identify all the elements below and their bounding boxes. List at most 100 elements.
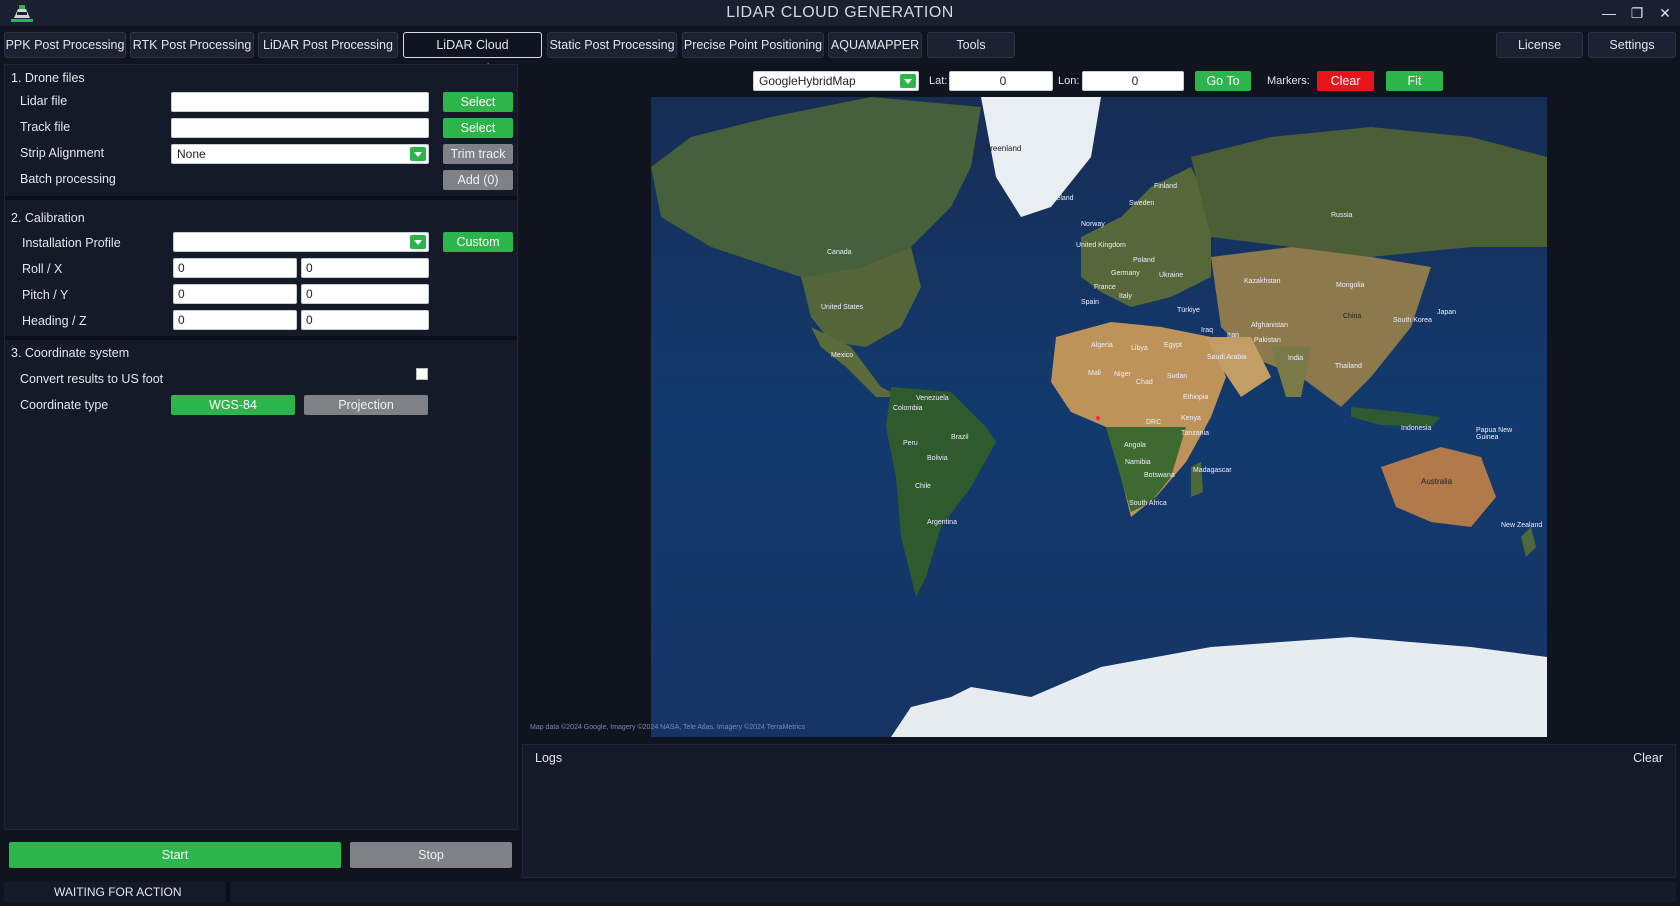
heading-input-a[interactable]: 0: [173, 310, 297, 330]
map-label: Algeria: [1091, 342, 1113, 349]
heading-label: Heading / Z: [22, 314, 87, 328]
map-label: Japan: [1437, 309, 1457, 316]
logs-title: Logs: [535, 751, 563, 765]
map-label: Egypt: [1164, 342, 1182, 349]
map-label: United Kingdom: [1076, 242, 1126, 249]
tab-rtk-post-processing[interactable]: RTK Post Processing: [130, 32, 254, 58]
lon-input[interactable]: 0: [1082, 71, 1184, 91]
map-label: Mongolia: [1336, 282, 1365, 289]
map-label: Argentina: [927, 519, 957, 526]
installation-profile-label: Installation Profile: [22, 236, 121, 250]
map-label: Namibia: [1125, 459, 1151, 466]
map-label: United States: [821, 304, 864, 311]
map-label: South Africa: [1129, 500, 1167, 507]
track-file-label: Track file: [20, 120, 71, 134]
map-label: Peru: [903, 440, 918, 447]
us-foot-checkbox[interactable]: [416, 368, 428, 380]
start-button[interactable]: Start: [9, 842, 341, 868]
wgs84-button[interactable]: WGS-84: [171, 395, 295, 415]
lidar-file-select-button[interactable]: Select: [443, 92, 513, 112]
coordinate-system-heading: 3. Coordinate system: [11, 346, 130, 360]
map-label: Iceland: [1051, 195, 1074, 202]
map-label: Mali: [1088, 370, 1101, 377]
map-label: Colombia: [893, 405, 923, 412]
map-label: Greenland: [984, 144, 1022, 153]
map-label: Libya: [1131, 345, 1148, 352]
roll-input-a[interactable]: 0: [173, 258, 297, 278]
map-label: Ukraine: [1159, 272, 1184, 279]
map-label: Sudan: [1167, 373, 1188, 380]
settings-button[interactable]: Settings: [1588, 32, 1676, 58]
map-label: Iran: [1227, 332, 1240, 339]
map-label: Australia: [1421, 477, 1453, 486]
map-label: Mexico: [831, 352, 854, 359]
map-label: Papua New Guinea: [1476, 427, 1513, 441]
map-provider-select[interactable]: GoogleHybridMap: [753, 71, 919, 91]
map-label: Bolivia: [927, 455, 948, 462]
strip-alignment-select[interactable]: None: [171, 144, 429, 164]
track-file-input[interactable]: [171, 118, 429, 138]
pitch-input-a[interactable]: 0: [173, 284, 297, 304]
tab-lidar-cloud-generation[interactable]: LiDAR Cloud Generation: [403, 32, 542, 76]
chevron-down-icon[interactable]: [900, 74, 916, 88]
license-button[interactable]: License: [1496, 32, 1583, 58]
map-label: Venezuela: [916, 395, 949, 402]
batch-processing-label: Batch processing: [20, 172, 116, 186]
lat-label: Lat:: [929, 75, 948, 87]
map-label: Poland: [1133, 257, 1155, 264]
map-label: Kenya: [1181, 415, 1201, 422]
drone-files-heading: 1. Drone files: [11, 71, 85, 85]
projection-button[interactable]: Projection: [304, 395, 428, 415]
tab-ppk-post-processing[interactable]: PPK Post Processing: [4, 32, 126, 58]
map-label: Indonesia: [1401, 425, 1432, 432]
section-divider: [5, 336, 517, 340]
map-label: DRC: [1146, 419, 1162, 426]
chevron-down-icon[interactable]: [410, 147, 426, 161]
map-label: Chad: [1136, 379, 1153, 386]
section-divider: [5, 196, 517, 200]
lat-input[interactable]: 0: [949, 71, 1053, 91]
close-icon[interactable]: ✕: [1656, 4, 1674, 22]
logs-clear-button[interactable]: Clear: [1633, 751, 1663, 765]
map-label: Pakistan: [1254, 337, 1281, 344]
map-label: Thailand: [1335, 363, 1362, 370]
map-label: Norway: [1081, 221, 1105, 228]
tab-bar: PPK Post Processing RTK Post Processing …: [0, 30, 1680, 76]
settings-panel: 1. Drone files Lidar file Select Track f…: [4, 64, 518, 830]
pitch-label: Pitch / Y: [22, 288, 69, 302]
minimize-icon[interactable]: —: [1600, 4, 1618, 22]
stop-button[interactable]: Stop: [350, 842, 512, 868]
map-label: Madagascar: [1193, 467, 1232, 474]
roll-input-b[interactable]: 0: [301, 258, 429, 278]
lidar-file-input[interactable]: [171, 92, 429, 112]
fit-button[interactable]: Fit: [1386, 71, 1443, 91]
coordinate-type-label: Coordinate type: [20, 398, 109, 412]
batch-add-button[interactable]: Add (0): [443, 170, 513, 190]
strip-alignment-label: Strip Alignment: [20, 146, 105, 160]
tab-precise-point-positioning[interactable]: Precise Point Positioning: [682, 32, 824, 58]
custom-profile-button[interactable]: Custom: [443, 232, 513, 252]
map-attribution: Map data ©2024 Google, Imagery ©2024 NAS…: [530, 724, 806, 731]
installation-profile-select[interactable]: [173, 232, 429, 252]
restore-icon[interactable]: ❐: [1628, 4, 1646, 22]
map-label: Chile: [915, 483, 931, 490]
tab-lidar-post-processing[interactable]: LiDAR Post Processing: [258, 32, 398, 58]
map-label: Botswana: [1144, 472, 1175, 479]
pitch-input-b[interactable]: 0: [301, 284, 429, 304]
map-label: Tanzania: [1181, 430, 1210, 437]
map-label: Brazil: [951, 434, 969, 441]
heading-input-b[interactable]: 0: [301, 310, 429, 330]
chevron-down-icon[interactable]: [410, 235, 426, 249]
track-file-select-button[interactable]: Select: [443, 118, 513, 138]
tab-aquamapper[interactable]: AQUAMAPPER: [828, 32, 922, 58]
clear-markers-button[interactable]: Clear: [1317, 71, 1374, 91]
tab-static-post-processing[interactable]: Static Post Processing: [547, 32, 677, 58]
goto-button[interactable]: Go To: [1195, 71, 1251, 91]
tab-tools[interactable]: Tools: [927, 32, 1015, 58]
map-provider-value: GoogleHybridMap: [759, 74, 856, 88]
trim-track-button[interactable]: Trim track: [443, 144, 513, 164]
map-label: Spain: [1081, 299, 1099, 306]
map-label: Türkiye: [1177, 307, 1200, 314]
title-bar: LIDAR CLOUD GENERATION — ❐ ✕: [0, 0, 1680, 26]
world-map[interactable]: Greenland Iceland Canada United States M…: [651, 97, 1547, 737]
